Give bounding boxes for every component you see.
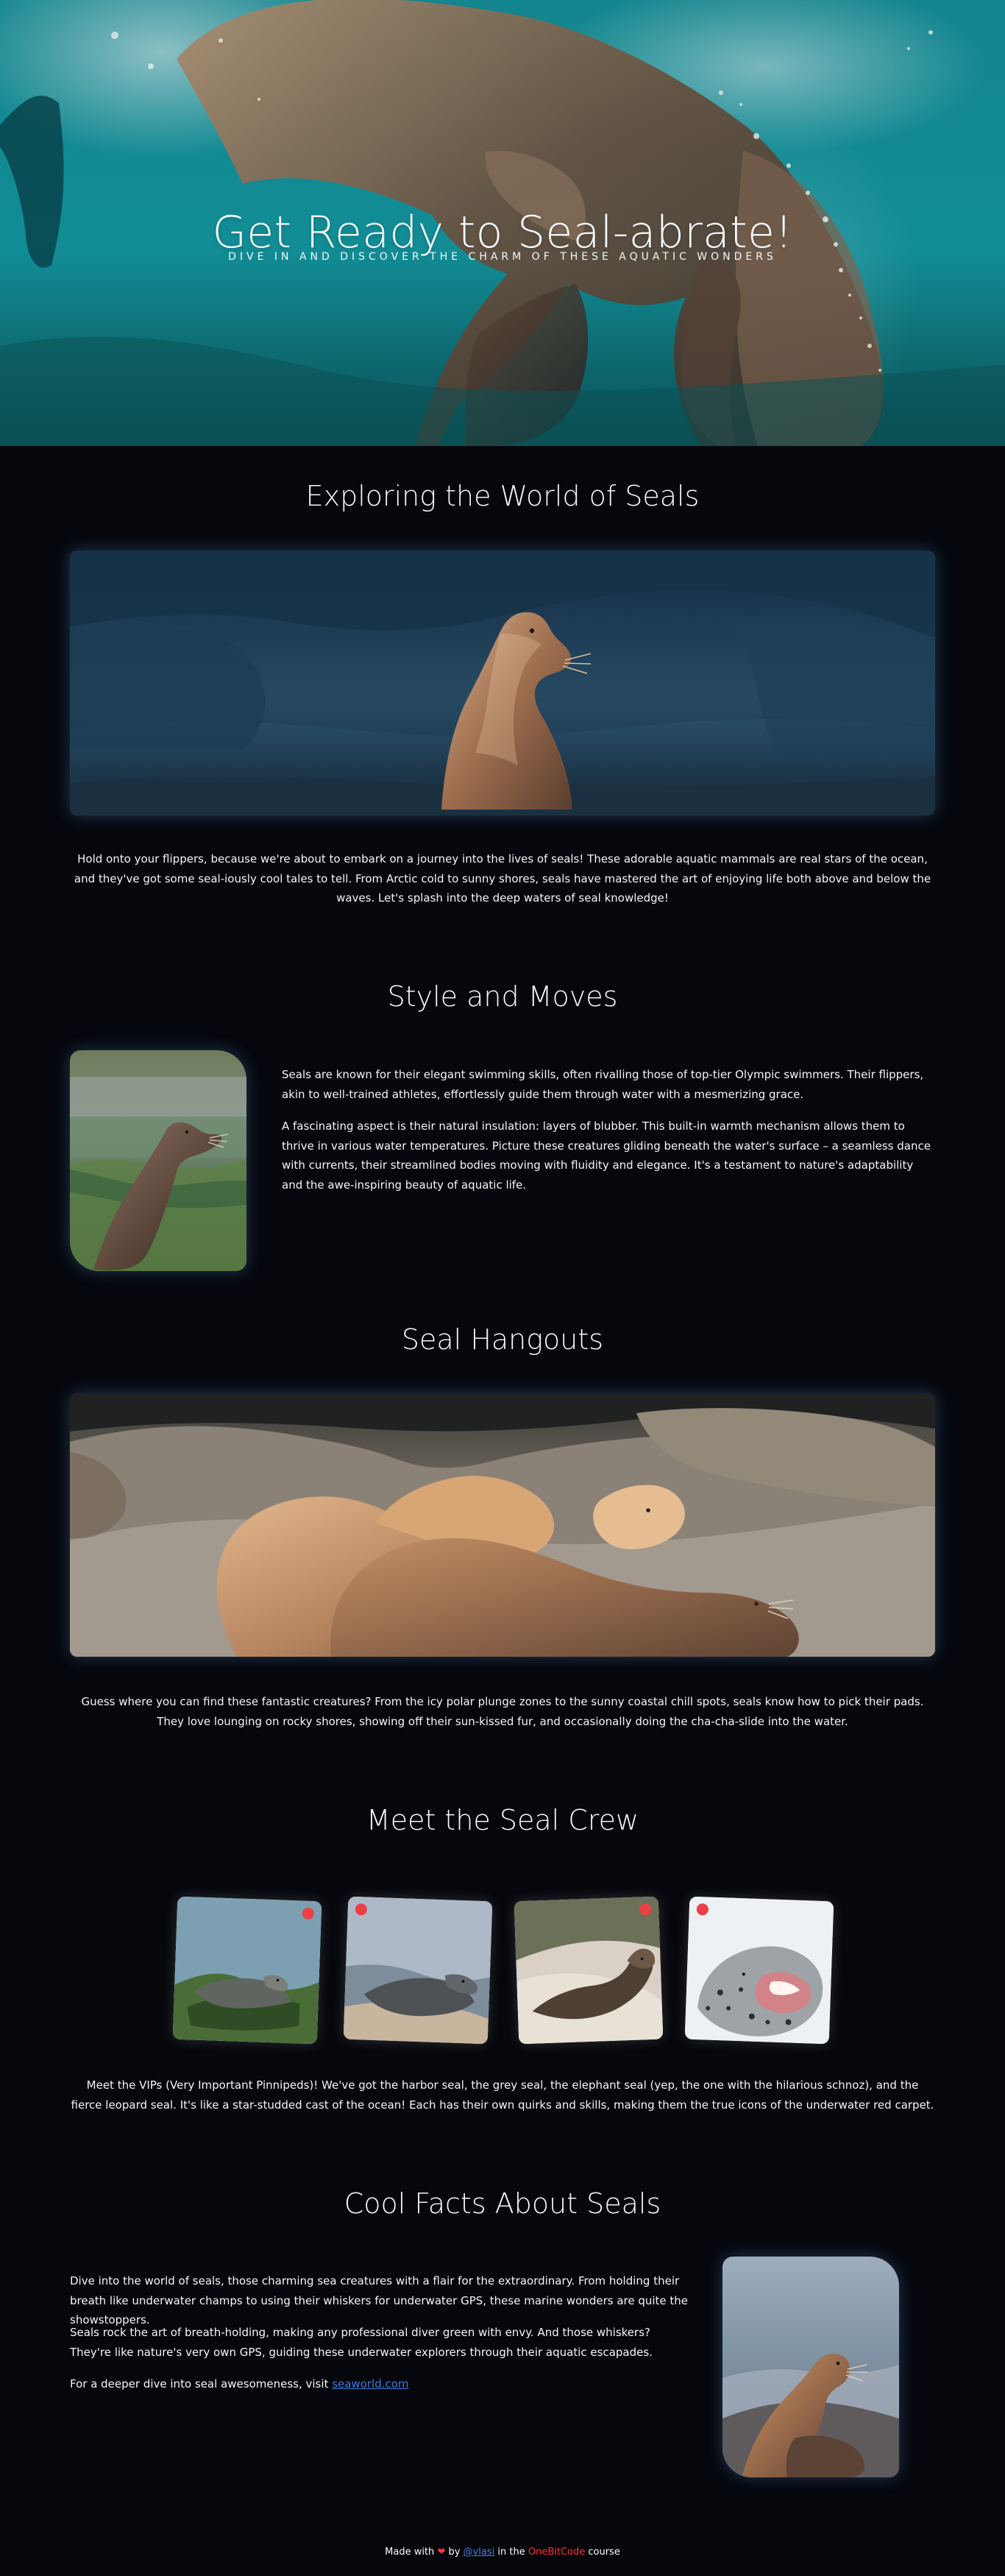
footer-middle: in the bbox=[497, 2547, 525, 2558]
facts-title: Cool Facts About Seals bbox=[344, 2187, 661, 2220]
footer-suffix: course bbox=[588, 2547, 620, 2558]
hangouts-body: Guess where you can find these fantastic… bbox=[81, 1695, 924, 1728]
style-paragraph-1: Seals are known for their elegant swimmi… bbox=[282, 1068, 924, 1101]
exploring-body: Hold onto your flippers, because we're a… bbox=[74, 852, 931, 905]
facts-paragraph-1: Dive into the world of seals, those char… bbox=[70, 2274, 689, 2327]
footer: Made with ❤ by @vlasi in the OneBitCode … bbox=[0, 2547, 1005, 2558]
grey-seal-image bbox=[343, 1896, 493, 2045]
crew-card-elephant-seal bbox=[514, 1896, 664, 2045]
sea-lion-on-beach-image bbox=[722, 2257, 899, 2477]
crew-card-leopard-seal bbox=[684, 1896, 834, 2045]
exploring-banner-image bbox=[70, 551, 935, 815]
author-link[interactable]: @vlasi bbox=[464, 2547, 495, 2558]
style-title: Style and Moves bbox=[387, 980, 618, 1013]
facts-paragraph-3: For a deeper dive into seal awesomeness,… bbox=[70, 2374, 689, 2394]
crew-card-harbor-seal bbox=[172, 1896, 322, 2045]
sea-lions-on-rocks-image bbox=[70, 1393, 935, 1657]
crew-title: Meet the Seal Crew bbox=[366, 1804, 639, 1836]
exploring-title: Exploring the World of Seals bbox=[305, 480, 700, 512]
sea-lion-in-cave-image bbox=[70, 551, 935, 815]
leopard-seal-image bbox=[684, 1896, 834, 2045]
heart-icon: ❤ bbox=[437, 2547, 446, 2558]
harbor-seal-image bbox=[172, 1896, 322, 2045]
seal-landing-page: Get Ready to Seal-abrate! DIVE IN AND DI… bbox=[0, 0, 1005, 2576]
facts-image bbox=[722, 2257, 899, 2477]
hero-section: Get Ready to Seal-abrate! DIVE IN AND DI… bbox=[0, 0, 1005, 446]
facts-link-prefix: For a deeper dive into seal awesomeness,… bbox=[70, 2377, 329, 2391]
sea-lion-by-pool-image bbox=[70, 1050, 246, 1271]
style-image bbox=[70, 1050, 246, 1271]
course-brand-link[interactable]: OneBitCode bbox=[528, 2547, 585, 2558]
facts-link[interactable]: seaworld.com bbox=[332, 2377, 408, 2391]
hero-subtitle: DIVE IN AND DISCOVER THE CHARM OF THESE … bbox=[228, 251, 777, 263]
elephant-seal-image bbox=[514, 1896, 664, 2045]
footer-by: by bbox=[448, 2547, 461, 2558]
crew-card-grey-seal bbox=[343, 1896, 493, 2045]
footer-prefix: Made with bbox=[385, 2547, 435, 2558]
hangouts-image bbox=[70, 1393, 935, 1657]
crew-body: Meet the VIPs (Very Important Pinnipeds)… bbox=[71, 2078, 934, 2112]
hangouts-title: Seal Hangouts bbox=[401, 1323, 604, 1356]
hero-title: Get Ready to Seal-abrate! bbox=[212, 207, 793, 259]
facts-paragraph-2: Seals rock the art of breath-holding, ma… bbox=[70, 2326, 653, 2359]
style-paragraph-2: A fascinating aspect is their natural in… bbox=[282, 1119, 931, 1192]
